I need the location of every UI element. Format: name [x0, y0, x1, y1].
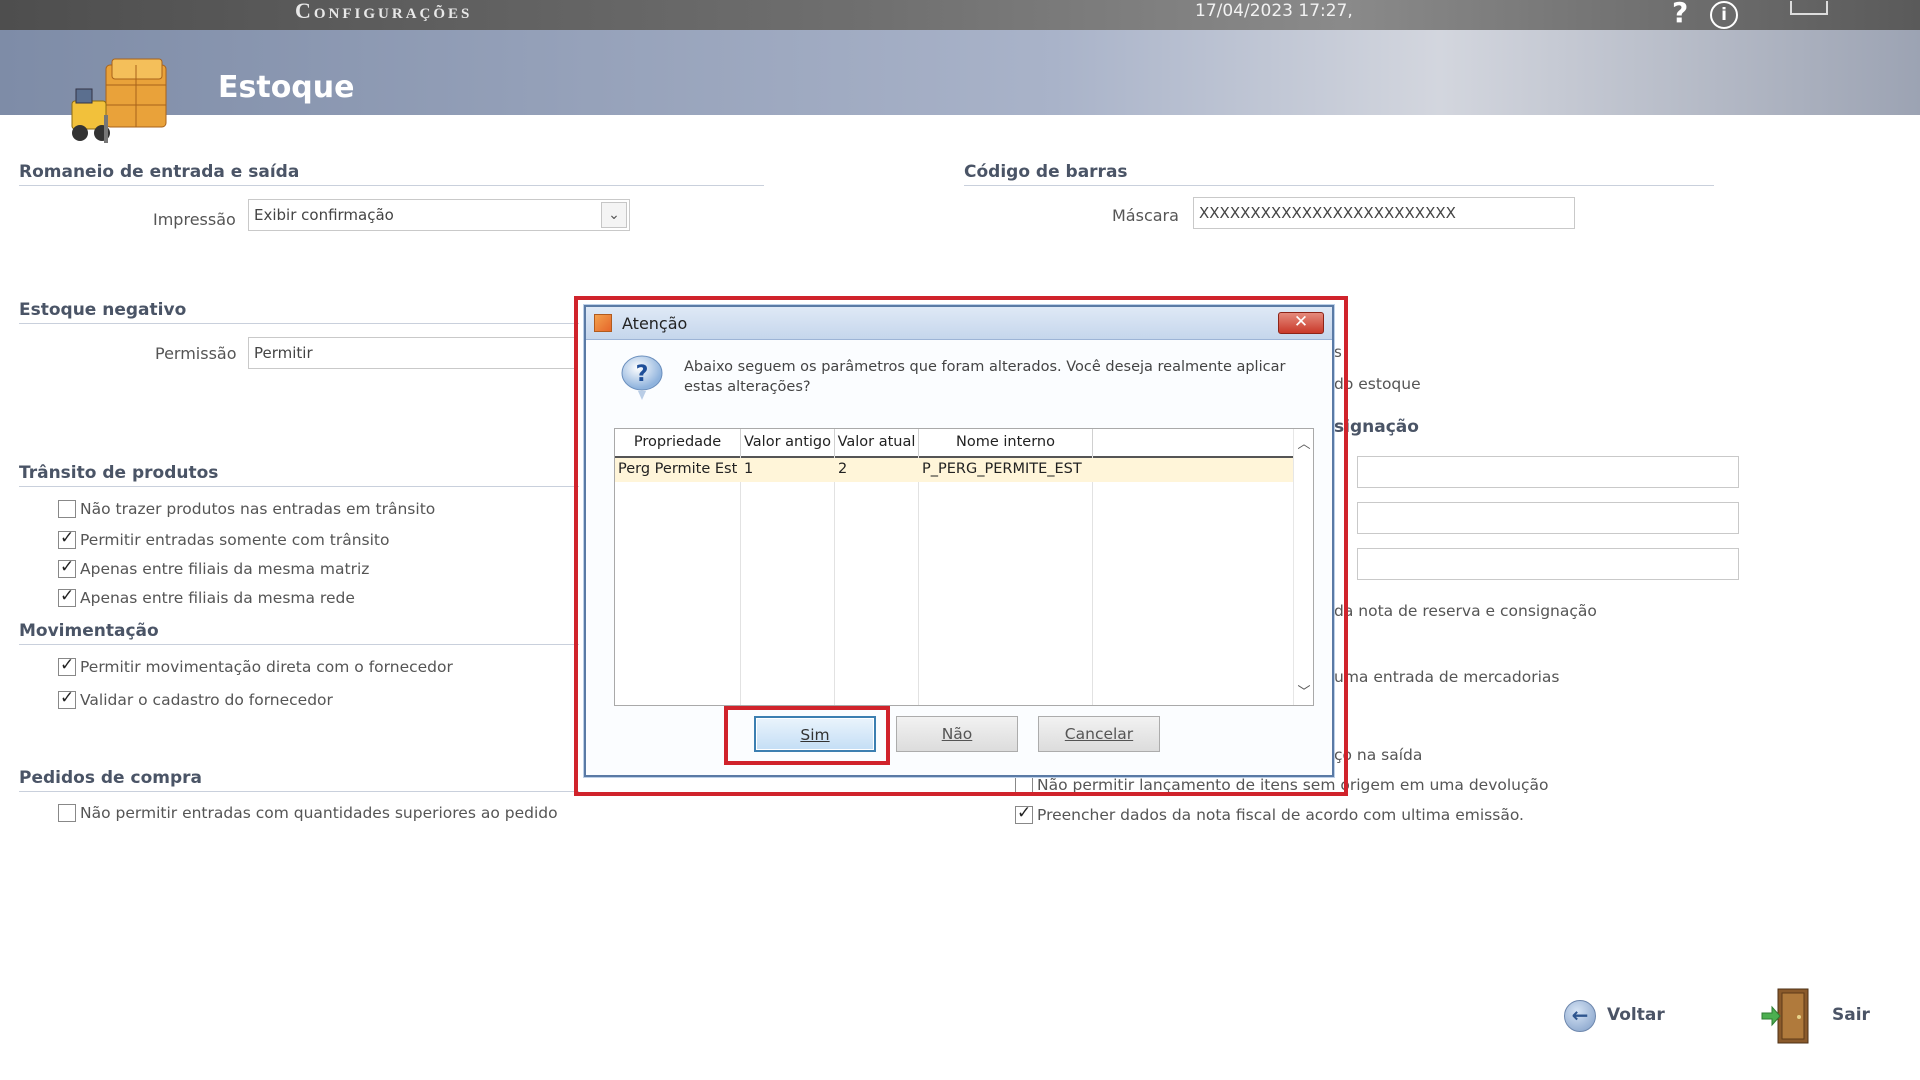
checkbox[interactable]	[58, 557, 76, 578]
checkbox-row[interactable]: Não trazer produtos nas entradas em trân…	[58, 500, 435, 518]
section-heading-pedidos: Pedidos de compra	[19, 768, 579, 792]
back-button[interactable]: Voltar	[1607, 1005, 1665, 1025]
checkbox[interactable]	[58, 804, 76, 822]
checkbox-label: Não permitir entradas com quantidades su…	[80, 804, 558, 822]
checkbox[interactable]	[1015, 803, 1033, 824]
partial-text: da nota de reserva e consignação	[1334, 602, 1597, 620]
top-bar	[0, 0, 1920, 30]
section-heading-movimentacao: Movimentação	[19, 621, 579, 645]
checkbox-row[interactable]: Permitir movimentação direta com o forne…	[58, 655, 453, 676]
checkbox[interactable]	[58, 688, 76, 709]
partial-text: uma entrada de mercadorias	[1334, 668, 1560, 686]
exit-door-icon[interactable]	[1760, 985, 1816, 1047]
mascara-label: Máscara	[1112, 206, 1179, 225]
checkbox-label: Permitir movimentação direta com o forne…	[80, 658, 453, 676]
checkbox[interactable]	[58, 655, 76, 676]
dialog-highlight-box	[574, 296, 1348, 796]
checkbox-label: Apenas entre filiais da mesma rede	[80, 589, 355, 607]
impressao-value: Exibir confirmação	[254, 206, 394, 224]
stock-boxes-icon	[71, 58, 167, 143]
checkbox-label: Preencher dados da nota fiscal de acordo…	[1037, 806, 1524, 824]
exit-button[interactable]: Sair	[1832, 1005, 1870, 1025]
section-heading-partial: signação	[1334, 417, 1419, 437]
text-input[interactable]	[1357, 456, 1739, 488]
impressao-label: Impressão	[153, 210, 236, 229]
yes-button-highlight-box	[724, 706, 890, 765]
permissao-select[interactable]: Permitir	[248, 337, 578, 369]
checkbox-row[interactable]: Preencher dados da nota fiscal de acordo…	[1015, 803, 1524, 824]
back-arrow-icon[interactable]: ←	[1564, 1000, 1596, 1032]
checkbox[interactable]	[58, 528, 76, 549]
checkbox-label: Permitir entradas somente com trânsito	[80, 531, 390, 549]
checkbox-label: Validar o cadastro do fornecedor	[80, 691, 333, 709]
minimize-icon[interactable]	[1790, 1, 1828, 15]
impressao-select[interactable]: Exibir confirmação ⌄	[248, 199, 630, 231]
checkbox-label: Não trazer produtos nas entradas em trân…	[80, 500, 436, 518]
checkbox-row[interactable]: Validar o cadastro do fornecedor	[58, 688, 333, 709]
permissao-label: Permissão	[155, 344, 237, 363]
checkbox-row[interactable]: Apenas entre filiais da mesma matriz	[58, 557, 370, 578]
section-heading-codigo-barras: Código de barras	[964, 162, 1714, 186]
text-input[interactable]	[1357, 548, 1739, 580]
section-heading-transito: Trânsito de produtos	[19, 463, 579, 487]
app-title: Configurações	[295, 0, 473, 23]
checkbox-row[interactable]: Permitir entradas somente com trânsito	[58, 528, 390, 549]
page-title: Estoque	[218, 70, 355, 105]
checkbox-row[interactable]: Não permitir entradas com quantidades su…	[58, 804, 558, 822]
section-heading-estoque-negativo: Estoque negativo	[19, 300, 579, 324]
mascara-input[interactable]: XXXXXXXXXXXXXXXXXXXXXXXXX	[1193, 197, 1575, 229]
checkbox-label: Apenas entre filiais da mesma matriz	[80, 560, 370, 578]
section-heading-romaneio: Romaneio de entrada e saída	[19, 162, 764, 186]
checkbox[interactable]	[58, 586, 76, 607]
text-input[interactable]	[1357, 502, 1739, 534]
checkbox-row[interactable]: Apenas entre filiais da mesma rede	[58, 586, 355, 607]
help-icon[interactable]: ?	[1672, 0, 1688, 29]
datetime-display: 17/04/2023 17:27,	[1195, 1, 1353, 21]
chevron-down-icon[interactable]: ⌄	[601, 202, 627, 228]
checkbox[interactable]	[58, 500, 76, 518]
info-icon[interactable]: i	[1710, 1, 1738, 29]
